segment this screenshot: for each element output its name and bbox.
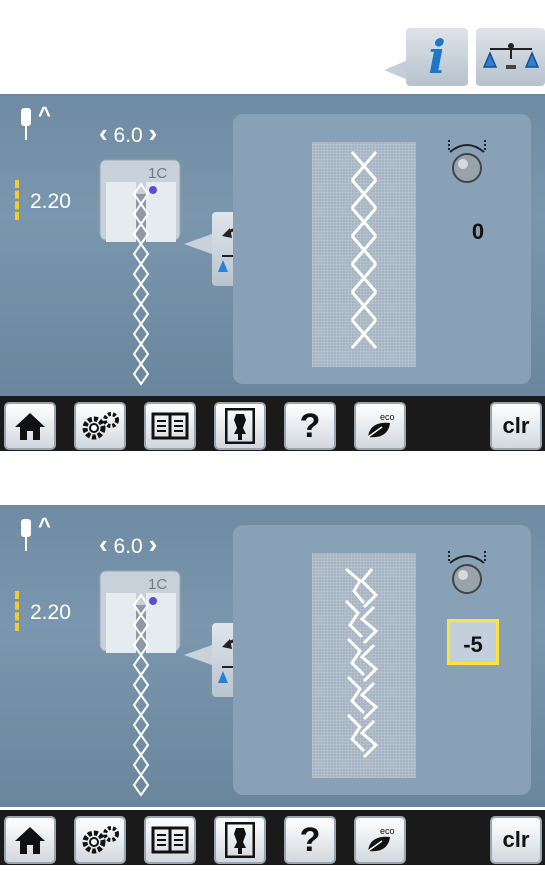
- dress-form-icon: [225, 408, 255, 444]
- stitch-length-marker: [15, 180, 23, 220]
- consultant-button[interactable]: [214, 816, 266, 864]
- needle-up-indicator: ^: [38, 513, 51, 538]
- eco-button[interactable]: eco: [354, 816, 406, 864]
- stitch-width-value: 6.0: [113, 124, 143, 147]
- stitch-preview-panel: -5: [233, 525, 531, 795]
- stitch-width-value: 6.0: [113, 535, 143, 558]
- balance-pointer: [184, 234, 212, 254]
- foot-label: 1C: [148, 165, 167, 182]
- balance-value[interactable]: 0: [455, 219, 501, 245]
- stitch-width-control[interactable]: ‹ 6.0 ›: [99, 118, 157, 149]
- stitch-pattern-preview: [350, 151, 378, 349]
- home-button[interactable]: [4, 816, 56, 864]
- clr-label: clr: [502, 413, 530, 438]
- width-decrease-icon[interactable]: ‹: [99, 529, 108, 559]
- home-icon: [15, 827, 45, 854]
- settings-icon: [82, 826, 119, 854]
- fabric-preview: [312, 142, 416, 367]
- presser-foot-icon: 1C: [99, 159, 181, 386]
- balance-pointer: [184, 645, 212, 665]
- stitch-width-control[interactable]: ‹ 6.0 ›: [99, 529, 157, 560]
- eco-button[interactable]: eco: [354, 402, 406, 450]
- settings-button[interactable]: [74, 402, 126, 450]
- info-pointer: [384, 60, 408, 80]
- bottom-toolbar: ? eco clr: [0, 810, 545, 865]
- tutorial-button[interactable]: [144, 402, 196, 450]
- width-increase-icon[interactable]: ›: [149, 118, 158, 148]
- balance-knob-icon: [448, 551, 486, 594]
- home-icon: [15, 413, 45, 440]
- dress-form-icon: [225, 822, 255, 858]
- needle-up-indicator: ^: [38, 102, 51, 127]
- balance-knob-icon: [448, 140, 486, 183]
- settings-button[interactable]: [74, 816, 126, 864]
- stitch-pattern-preview: [344, 567, 379, 759]
- book-icon: [151, 826, 189, 854]
- eco-icon: eco: [367, 412, 395, 438]
- bottom-toolbar: ? eco clr: [0, 396, 545, 451]
- info-icon: i: [428, 30, 446, 84]
- stitch-length-value[interactable]: 2.20: [30, 190, 71, 214]
- presser-foot-icon: 1C: [99, 570, 181, 797]
- tutorial-button[interactable]: [144, 816, 196, 864]
- clear-button[interactable]: clr: [490, 816, 542, 864]
- book-icon: [151, 412, 189, 440]
- svg-text:eco: eco: [380, 826, 395, 836]
- needle-position-icon: [21, 519, 31, 551]
- svg-text:eco: eco: [380, 412, 395, 422]
- stitch-screen-after: ^ ‹ 6.0 › 2.20 1C -5: [0, 505, 545, 807]
- home-button[interactable]: [4, 402, 56, 450]
- width-decrease-icon[interactable]: ‹: [99, 118, 108, 148]
- needle-position-icon: [21, 108, 31, 140]
- consultant-button[interactable]: [214, 402, 266, 450]
- balance-button[interactable]: [476, 28, 545, 86]
- eco-icon: eco: [367, 826, 395, 852]
- settings-icon: [82, 412, 119, 440]
- help-button[interactable]: ?: [284, 816, 336, 864]
- help-icon: ?: [299, 820, 321, 859]
- balance-icon: [482, 43, 539, 69]
- width-increase-icon[interactable]: ›: [149, 529, 158, 559]
- fabric-preview: [312, 553, 416, 778]
- clr-label: clr: [502, 827, 530, 852]
- stitch-preview-panel: 0: [233, 114, 531, 384]
- stitch-length-marker: [15, 591, 23, 631]
- info-button[interactable]: i: [406, 28, 468, 86]
- stitch-screen-before: ^ ‹ 6.0 › 2.20 1C 0: [0, 94, 545, 396]
- balance-value[interactable]: -5: [447, 619, 499, 665]
- clear-button[interactable]: clr: [490, 402, 542, 450]
- help-icon: ?: [299, 406, 321, 445]
- foot-label: 1C: [148, 576, 167, 593]
- help-button[interactable]: ?: [284, 402, 336, 450]
- stitch-length-value[interactable]: 2.20: [30, 601, 71, 625]
